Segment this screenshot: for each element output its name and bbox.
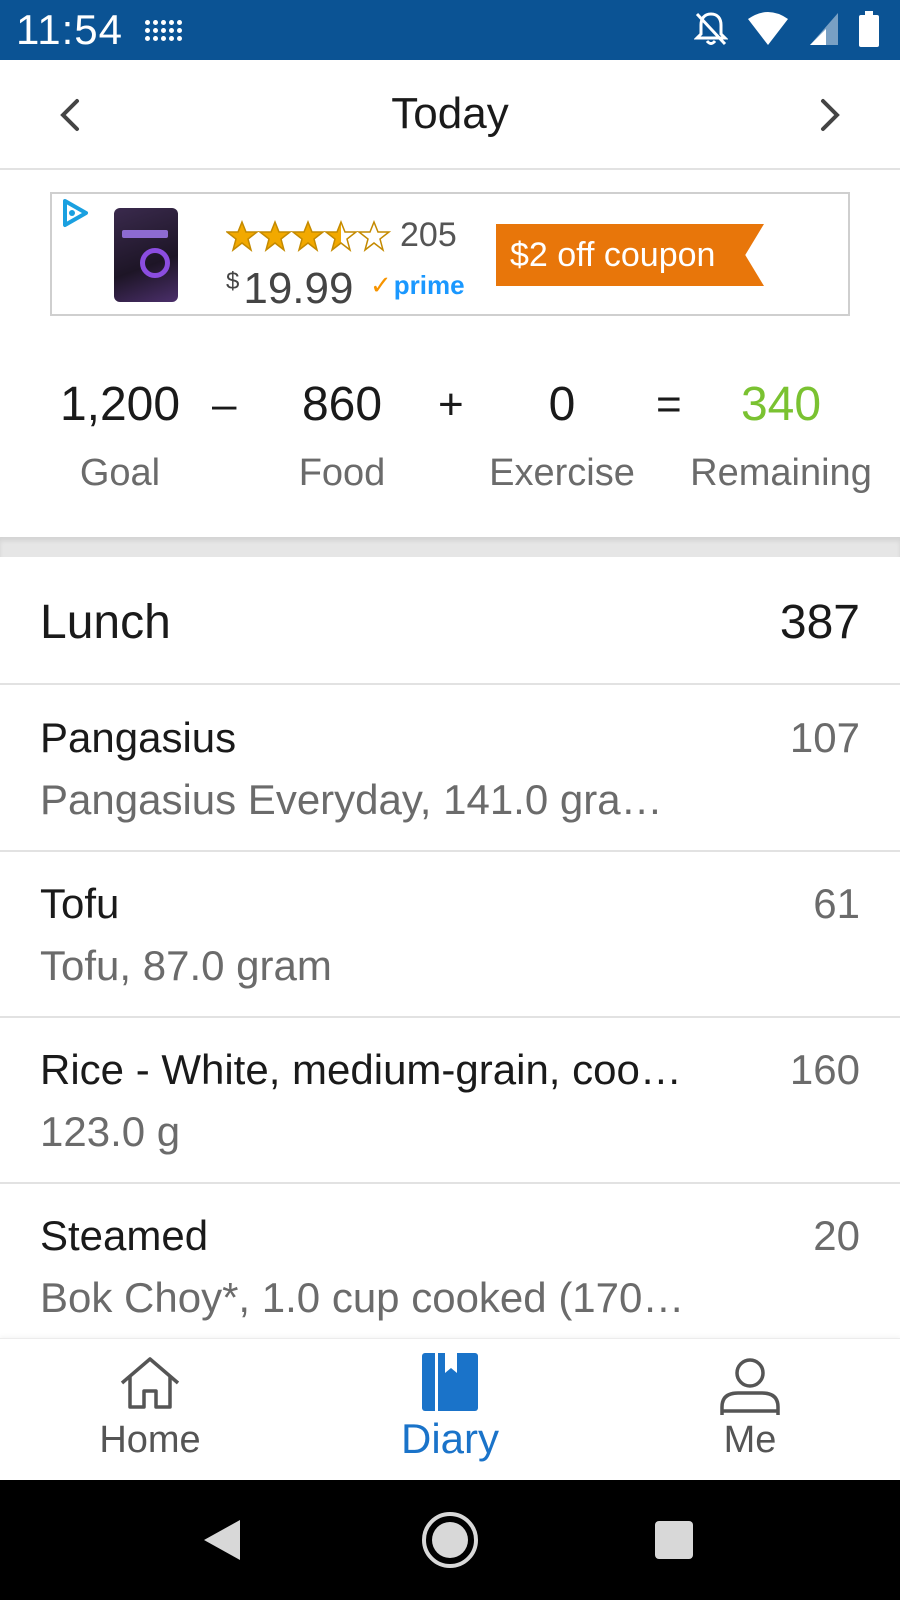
food-entry[interactable]: Pangasius 107 Pangasius Everyday, 141.0 …	[0, 686, 900, 852]
prime-badge: ✓prime	[370, 270, 465, 301]
status-icons	[694, 10, 880, 48]
wifi-icon	[748, 12, 788, 45]
remaining-value: 340	[740, 378, 822, 431]
food-name: Rice - White, medium-grain, coo…	[40, 1046, 682, 1093]
status-time: 11:54	[16, 6, 123, 53]
goal-label: Goal	[79, 452, 161, 494]
remaining-column: 340 Remaining	[686, 370, 876, 495]
goal-value: 1,200	[59, 378, 181, 431]
food-value: 860	[301, 378, 383, 431]
food-detail: 123.0 g	[40, 1108, 181, 1155]
food-entry[interactable]: Steamed 20 Bok Choy*, 1.0 cup cooked (17…	[0, 1184, 900, 1338]
calorie-summary[interactable]: 1,200 Goal – 860 Food + 0 Exercise = 340…	[0, 370, 900, 530]
person-icon	[720, 1358, 780, 1415]
food-detail: Tofu, 87.0 gram	[40, 942, 332, 989]
meal-header[interactable]: Lunch 387	[0, 557, 900, 685]
coupon-label: $2 off coupon	[510, 235, 716, 274]
notifications-off-icon	[694, 12, 728, 46]
battery-icon	[859, 11, 879, 47]
tab-home[interactable]: Home	[0, 1339, 300, 1481]
exercise-value: 0	[548, 378, 576, 431]
ad-banner[interactable]: 205 $19.99 ✓prime $2 off coupon	[50, 192, 850, 316]
meal-title: Lunch	[40, 596, 171, 649]
food-calories: 160	[789, 1046, 860, 1093]
system-back-button[interactable]	[190, 1508, 254, 1572]
food-name: Tofu	[40, 880, 120, 927]
section-divider	[0, 537, 900, 557]
recents-square-icon	[655, 1521, 693, 1559]
meal-total-calories: 387	[779, 596, 860, 649]
chevron-left-icon	[60, 99, 79, 131]
price-currency: $	[226, 268, 240, 295]
price-value: 19.99	[243, 264, 354, 313]
system-home-button[interactable]	[418, 1508, 482, 1572]
food-label: Food	[298, 452, 386, 494]
product-image	[114, 208, 178, 302]
tab-me-label: Me	[723, 1419, 777, 1461]
goal-column: 1,200 Goal	[40, 370, 200, 495]
system-recents-button[interactable]	[642, 1508, 706, 1572]
remaining-label: Remaining	[690, 452, 872, 494]
page-title: Today	[391, 89, 509, 138]
next-day-button[interactable]	[805, 90, 855, 140]
plus-operator: +	[438, 380, 464, 429]
equals-operator: =	[656, 380, 682, 429]
food-entry[interactable]: Rice - White, medium-grain, coo… 160 123…	[0, 1018, 900, 1184]
previous-day-button[interactable]	[45, 90, 95, 140]
coupon-button[interactable]: $2 off coupon	[496, 224, 764, 286]
bottom-navigation: Home Diary Me	[0, 1338, 900, 1480]
food-list[interactable]: Pangasius 107 Pangasius Everyday, 141.0 …	[0, 686, 900, 1338]
checkmark-icon: ✓	[370, 270, 392, 300]
food-name: Steamed	[40, 1212, 209, 1259]
tab-me[interactable]: Me	[600, 1339, 900, 1481]
food-column: 860 Food	[262, 370, 422, 495]
tab-home-label: Home	[99, 1419, 201, 1461]
exercise-column: 0 Exercise	[480, 370, 644, 495]
minus-operator: –	[212, 380, 237, 429]
back-triangle-icon	[204, 1520, 240, 1560]
review-count: 205	[400, 216, 457, 254]
exercise-label: Exercise	[489, 452, 635, 494]
food-calories: 107	[789, 714, 860, 761]
grid-dots-icon	[145, 19, 182, 41]
food-name: Pangasius	[40, 714, 237, 761]
diary-book-icon	[422, 1353, 478, 1411]
home-icon	[120, 1357, 180, 1409]
status-bar: 11:54	[0, 0, 900, 60]
date-header: Today	[0, 60, 900, 170]
ad-choices-icon[interactable]	[60, 198, 92, 228]
cell-signal-icon	[810, 13, 838, 45]
tab-diary-label: Diary	[400, 1415, 499, 1462]
food-entry[interactable]: Tofu 61 Tofu, 87.0 gram	[0, 852, 900, 1018]
food-calories: 61	[813, 880, 860, 927]
food-detail: Bok Choy*, 1.0 cup cooked (170…	[40, 1274, 685, 1321]
chevron-right-icon	[821, 99, 840, 131]
product-price: $19.99	[226, 264, 353, 314]
rating-stars	[226, 220, 394, 252]
tab-diary[interactable]: Diary	[300, 1339, 600, 1481]
system-navigation	[0, 1480, 900, 1600]
home-circle-icon	[422, 1512, 478, 1568]
food-calories: 20	[813, 1212, 860, 1259]
prime-label: prime	[393, 270, 465, 300]
food-detail: Pangasius Everyday, 141.0 gra…	[40, 776, 663, 823]
